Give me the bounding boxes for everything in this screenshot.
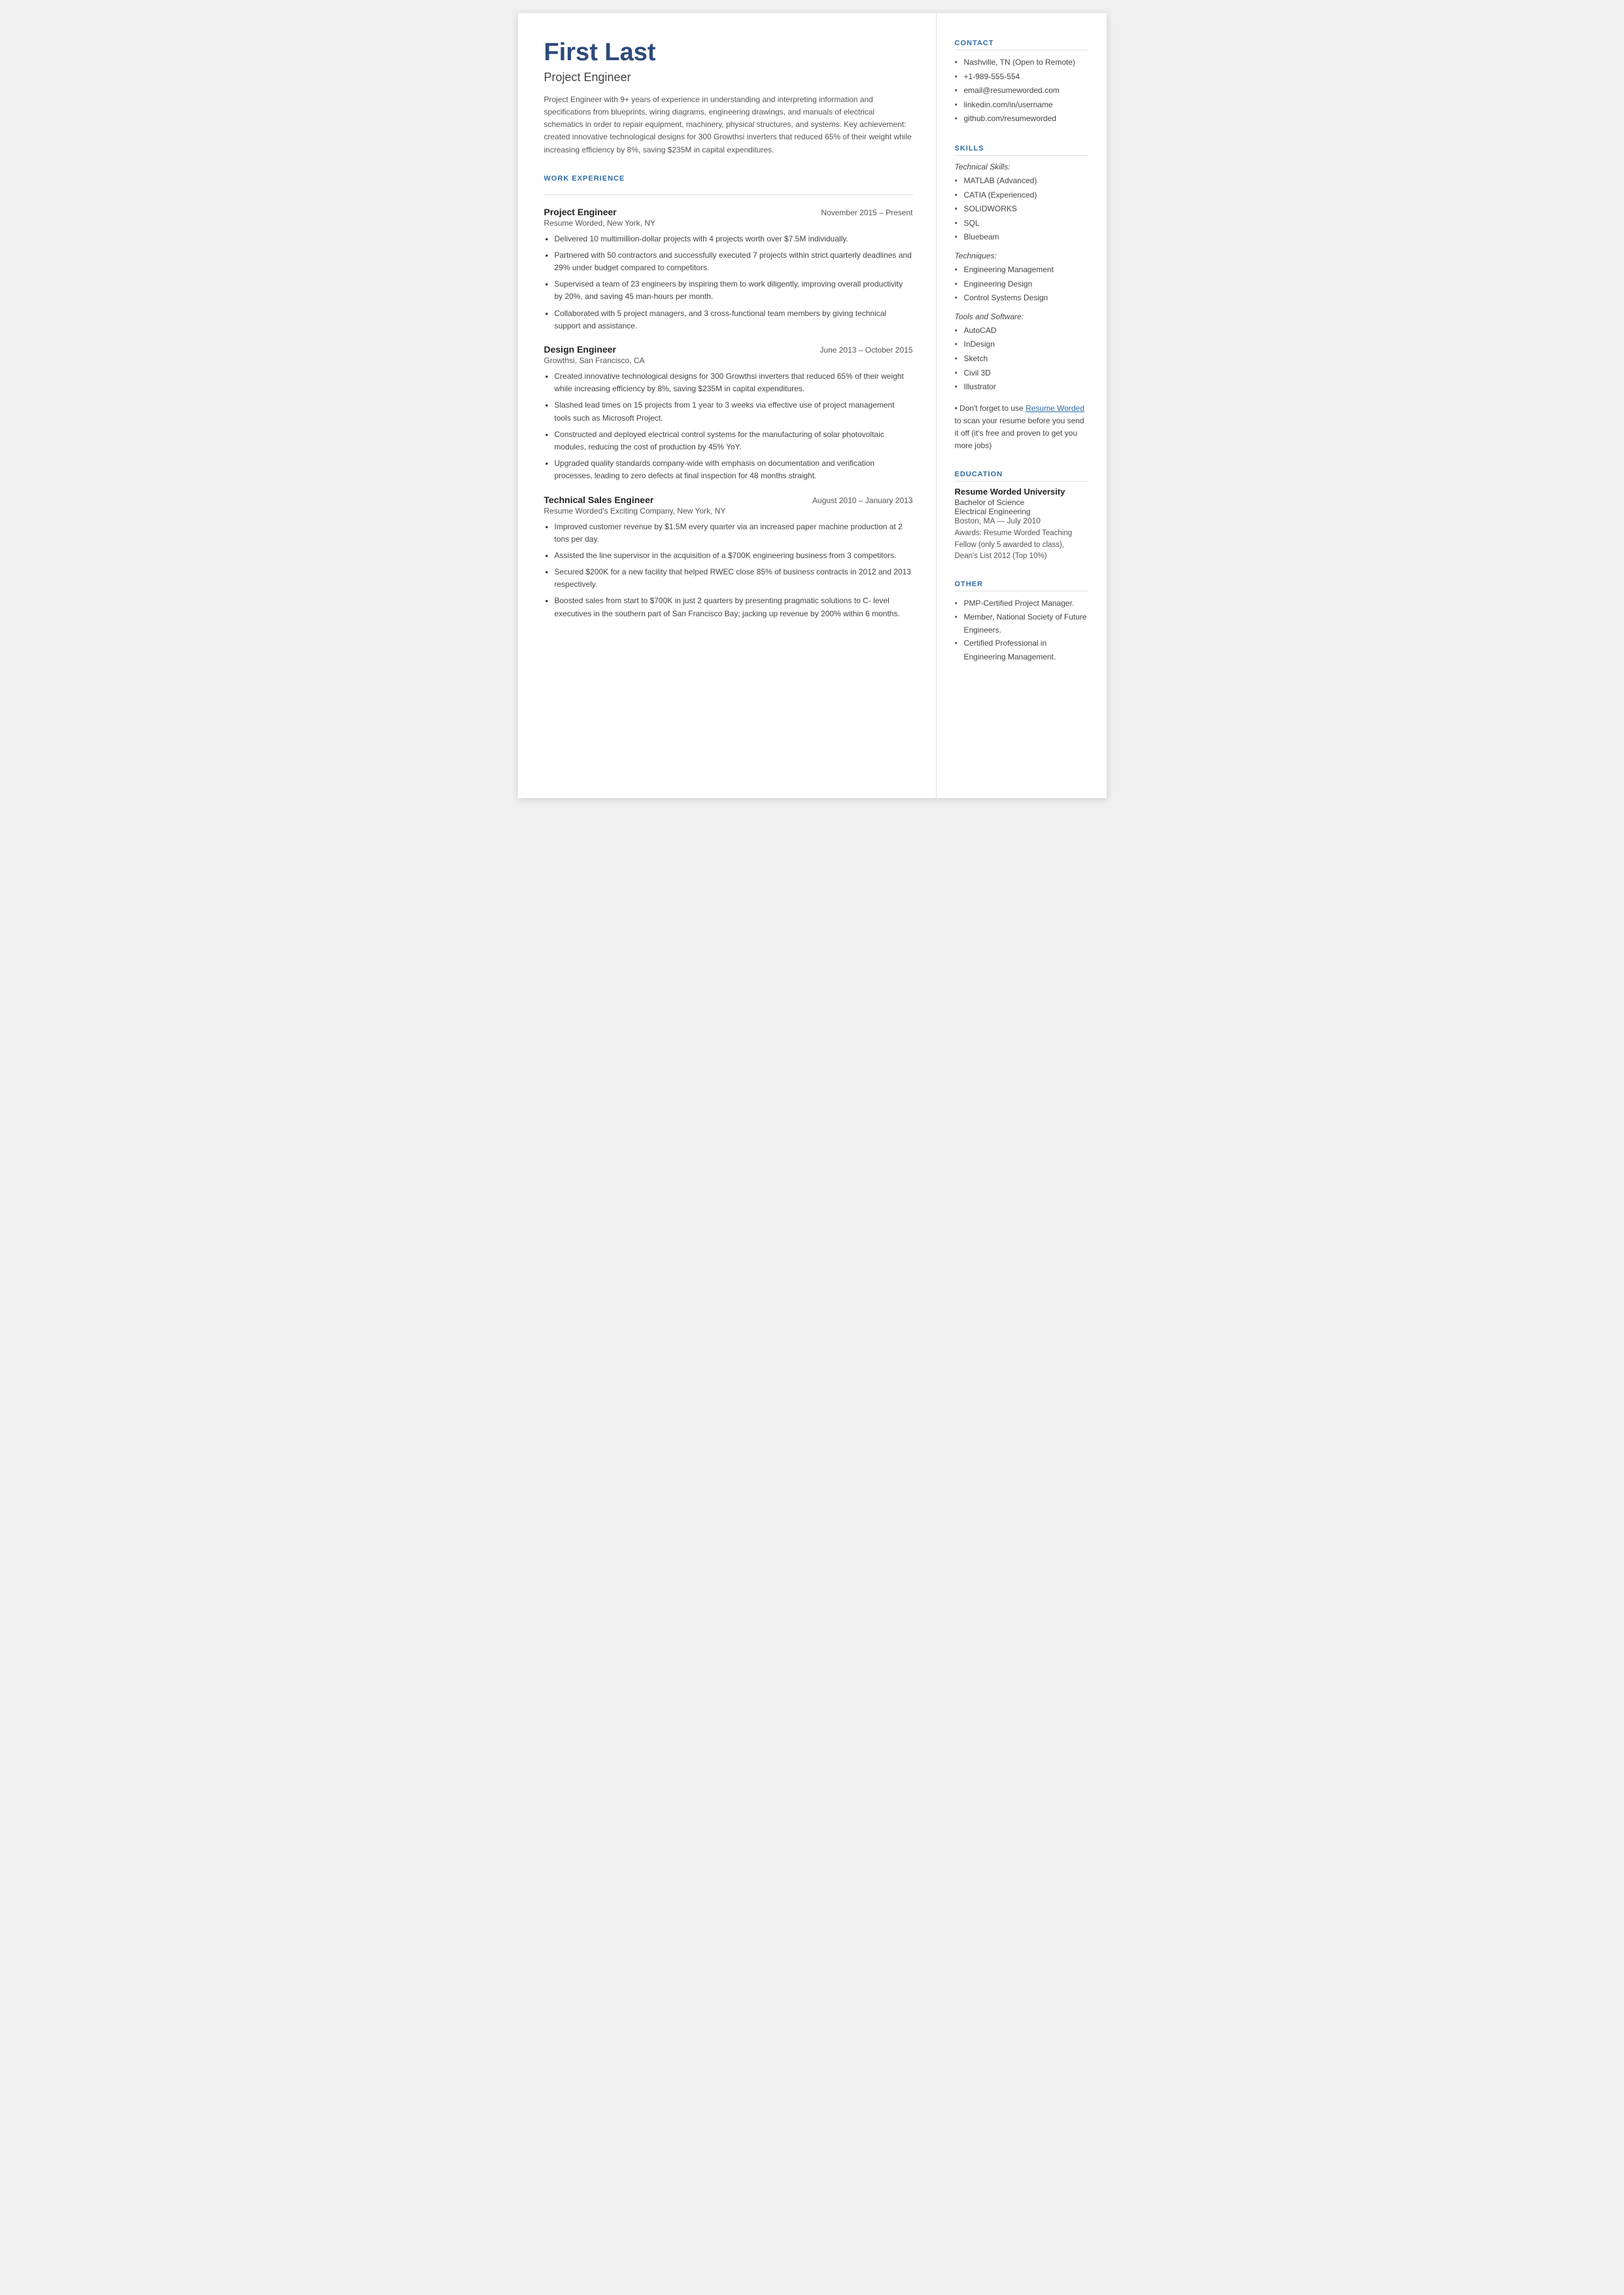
tools-list: AutoCAD InDesign Sketch Civil 3D Illustr… <box>955 324 1088 394</box>
skills-label: SKILLS <box>955 145 1088 156</box>
right-column: CONTACT Nashville, TN (Open to Remote) +… <box>937 13 1107 798</box>
edu-degree: Bachelor of Science <box>955 498 1088 507</box>
bullet-3-1: Improved customer revenue by $1.5M every… <box>544 521 913 546</box>
resume-worded-link[interactable]: Resume Worded <box>1026 404 1084 413</box>
contact-email: email@resumeworded.com <box>955 84 1088 98</box>
skill-matlab: MATLAB (Advanced) <box>955 174 1088 188</box>
bullet-2-2: Slashed lead times on 15 projects from 1… <box>544 399 913 424</box>
job-company-1: Resume Worded, New York, NY <box>544 219 913 228</box>
other-list: PMP-Certified Project Manager. Member, N… <box>955 597 1088 663</box>
job-title-2: Design Engineer <box>544 344 616 355</box>
bullet-2-3: Constructed and deployed electrical cont… <box>544 429 913 453</box>
job-bullets-1: Delivered 10 multimillion-dollar project… <box>544 233 913 332</box>
job-dates-1: November 2015 – Present <box>821 208 912 217</box>
technical-skills-list: MATLAB (Advanced) CATIA (Experienced) SO… <box>955 174 1088 245</box>
technical-skills-heading: Technical Skills: <box>955 162 1088 171</box>
contact-label: CONTACT <box>955 39 1088 50</box>
bullet-3-4: Boosted sales from start to $700K in jus… <box>544 595 913 620</box>
bullet-1-4: Collaborated with 5 project managers, an… <box>544 307 913 332</box>
contact-section: CONTACT Nashville, TN (Open to Remote) +… <box>955 39 1088 126</box>
tool-autocad: AutoCAD <box>955 324 1088 338</box>
education-label: EDUCATION <box>955 470 1088 482</box>
job-bullets-2: Created innovative technological designs… <box>544 370 913 483</box>
skills-section: SKILLS Technical Skills: MATLAB (Advance… <box>955 145 1088 452</box>
summary-text: Project Engineer with 9+ years of experi… <box>544 94 913 156</box>
contact-github: github.com/resumeworded <box>955 112 1088 126</box>
other-item-2: Member, National Society of Future Engin… <box>955 610 1088 637</box>
job-dates-2: June 2013 – October 2015 <box>820 345 912 355</box>
tool-sketch: Sketch <box>955 352 1088 366</box>
bullet-1-2: Partnered with 50 contractors and succes… <box>544 249 913 274</box>
job-header-3: Technical Sales Engineer August 2010 – J… <box>544 495 913 505</box>
work-experience-label: WORK EXPERIENCE <box>544 175 913 185</box>
edu-field: Electrical Engineering <box>955 507 1088 516</box>
techniques-heading: Techniques: <box>955 251 1088 260</box>
other-item-3: Certified Professional in Engineering Ma… <box>955 637 1088 663</box>
contact-phone: +1-989-555-554 <box>955 70 1088 84</box>
job-dates-3: August 2010 – January 2013 <box>812 496 912 505</box>
edu-university: Resume Worded University <box>955 487 1088 497</box>
bullet-3-3: Secured $200K for a new facility that he… <box>544 566 913 591</box>
bullet-2-4: Upgraded quality standards company-wide … <box>544 457 913 482</box>
edu-location: Boston, MA — July 2010 <box>955 516 1088 525</box>
job-company-3: Resume Worded's Exciting Company, New Yo… <box>544 506 913 516</box>
skill-bluebeam: Bluebeam <box>955 230 1088 245</box>
job-title-1: Project Engineer <box>544 207 617 217</box>
tool-indesign: InDesign <box>955 338 1088 352</box>
technique-engdesign: Engineering Design <box>955 277 1088 292</box>
work-divider <box>544 194 913 195</box>
technique-controls: Control Systems Design <box>955 291 1088 306</box>
skill-solidworks: SOLIDWORKS <box>955 202 1088 217</box>
other-label: OTHER <box>955 580 1088 591</box>
job-bullets-3: Improved customer revenue by $1.5M every… <box>544 521 913 620</box>
contact-location: Nashville, TN (Open to Remote) <box>955 56 1088 70</box>
bullet-2-1: Created innovative technological designs… <box>544 370 913 395</box>
bullet-3-2: Assisted the line supervisor in the acqu… <box>544 550 913 562</box>
technique-engmgmt: Engineering Management <box>955 263 1088 277</box>
resume-container: First Last Project Engineer Project Engi… <box>518 13 1107 798</box>
job-company-2: Growthsi, San Francisco, CA <box>544 356 913 365</box>
skill-sql: SQL <box>955 217 1088 231</box>
candidate-name: First Last <box>544 39 913 67</box>
job-header-1: Project Engineer November 2015 – Present <box>544 207 913 217</box>
other-item-1: PMP-Certified Project Manager. <box>955 597 1088 610</box>
education-section: EDUCATION Resume Worded University Bache… <box>955 470 1088 562</box>
skill-catia: CATIA (Experienced) <box>955 188 1088 203</box>
bullet-1-1: Delivered 10 multimillion-dollar project… <box>544 233 913 245</box>
left-column: First Last Project Engineer Project Engi… <box>518 13 937 798</box>
candidate-title: Project Engineer <box>544 71 913 84</box>
tool-civil3d: Civil 3D <box>955 366 1088 381</box>
techniques-list: Engineering Management Engineering Desig… <box>955 263 1088 306</box>
job-header-2: Design Engineer June 2013 – October 2015 <box>544 344 913 355</box>
job-title-3: Technical Sales Engineer <box>544 495 654 505</box>
contact-linkedin: linkedin.com/in/username <box>955 98 1088 113</box>
tools-heading: Tools and Software: <box>955 312 1088 321</box>
edu-awards: Awards: Resume Worded Teaching Fellow (o… <box>955 528 1088 562</box>
bullet-1-3: Supervised a team of 23 engineers by ins… <box>544 278 913 303</box>
other-section: OTHER PMP-Certified Project Manager. Mem… <box>955 580 1088 663</box>
contact-list: Nashville, TN (Open to Remote) +1-989-55… <box>955 56 1088 126</box>
tool-illustrator: Illustrator <box>955 380 1088 394</box>
skills-promo-text: • Don't forget to use Resume Worded to s… <box>955 402 1088 453</box>
